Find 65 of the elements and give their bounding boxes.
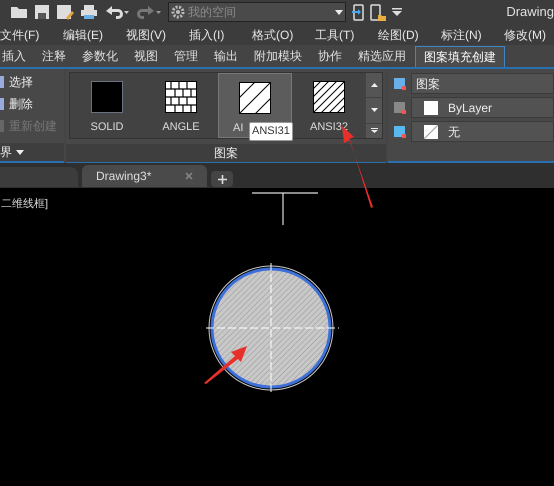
expand-button[interactable] <box>366 124 382 138</box>
pattern-item[interactable]: SOLID <box>70 73 144 138</box>
arrow-icon <box>203 346 247 384</box>
pattern-item[interactable]: ANGLE <box>144 73 218 138</box>
boundary-button[interactable]: 删除 <box>0 95 64 113</box>
caret-icon <box>16 150 24 154</box>
close-icon[interactable] <box>185 172 193 180</box>
ribbon-tab[interactable]: 附加模块 <box>247 46 309 67</box>
menu-item[interactable]: 插入(I) <box>189 26 252 44</box>
expand-icon <box>370 128 378 133</box>
caret-icon <box>335 10 343 14</box>
ribbon-tab[interactable]: 管理 <box>167 46 205 67</box>
hatch-property-icon <box>392 100 408 116</box>
panel-title: 图案 <box>214 144 238 162</box>
color-swatch-icon <box>424 100 438 114</box>
new-tab-button[interactable] <box>211 171 233 187</box>
hatch-pattern-icon <box>165 81 197 113</box>
crosshair-cursor-icon <box>252 192 318 225</box>
hatch-pattern-icon <box>313 81 345 113</box>
phone-folder-icon[interactable] <box>370 4 386 20</box>
property-dropdown[interactable]: 无 <box>411 121 554 142</box>
hatch-property-icon <box>392 124 408 140</box>
hatch-property-icon <box>392 76 408 92</box>
property-dropdown[interactable]: ByLayer <box>411 97 554 118</box>
undo-icon[interactable] <box>104 5 130 19</box>
down-arrow-icon <box>370 108 378 112</box>
document-tab[interactable]: Drawing3* <box>82 165 207 187</box>
ribbon-tab[interactable]: 插入 <box>0 46 33 67</box>
solid-swatch-icon <box>91 81 123 113</box>
ribbon-tab[interactable]: 注释 <box>35 46 73 67</box>
dropdown-icon[interactable] <box>392 8 402 16</box>
scroll-up-button[interactable] <box>366 73 382 98</box>
ribbon-tab[interactable]: 协作 <box>311 46 349 67</box>
up-arrow-icon <box>370 83 378 88</box>
folder-icon[interactable] <box>10 5 28 19</box>
panel-title[interactable]: 界 <box>0 143 12 161</box>
menu-item[interactable]: 绘图(D) <box>378 26 441 44</box>
printer-icon[interactable] <box>80 4 98 20</box>
menu-item[interactable]: 修改(M) <box>504 26 554 44</box>
workspace-value: 我的空间 <box>188 4 237 21</box>
scroll-down-button[interactable] <box>366 98 382 122</box>
menu-item[interactable]: 标注(N) <box>441 26 504 44</box>
phone-icon[interactable] <box>352 4 364 20</box>
ribbon-tab[interactable]: 视图 <box>127 46 165 67</box>
ribbon-tab[interactable]: 图案填充创建 <box>415 46 505 67</box>
viewport-label: 二维线框] <box>1 196 48 212</box>
menu-item[interactable]: 视图(V) <box>126 26 189 44</box>
ribbon-tab[interactable]: 输出 <box>207 46 245 67</box>
menu-item[interactable]: 编辑(E) <box>63 26 126 44</box>
save-as-icon[interactable] <box>56 4 74 20</box>
ribbon-tab[interactable]: 参数化 <box>75 46 125 67</box>
menu-item[interactable]: 格式(O) <box>252 26 315 44</box>
tooltip: ANSI31 <box>249 122 293 140</box>
menu-item[interactable]: 文件(F) <box>0 26 63 44</box>
window-title: Drawing <box>506 3 554 22</box>
redo-icon[interactable] <box>136 5 162 19</box>
hatch-pattern-icon <box>239 82 271 114</box>
no-color-icon <box>424 124 438 138</box>
boundary-button[interactable]: 选择 <box>0 73 64 91</box>
property-dropdown[interactable]: 图案 <box>411 73 554 94</box>
plus-icon <box>218 174 226 184</box>
gear-icon <box>171 5 185 19</box>
save-icon[interactable] <box>34 4 50 20</box>
menu-item[interactable]: 工具(T) <box>315 26 378 44</box>
ribbon-tab[interactable]: 精选应用 <box>351 46 413 67</box>
